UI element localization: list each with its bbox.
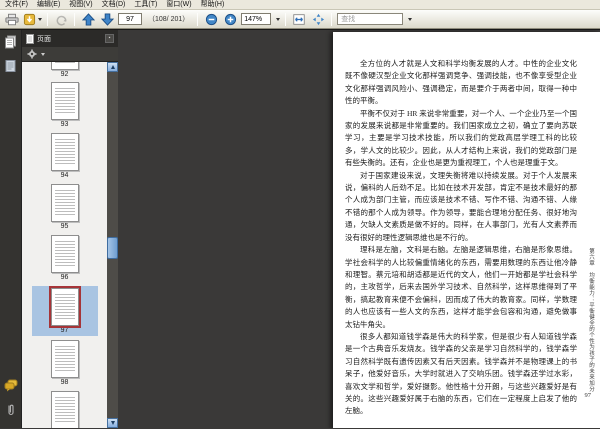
scrollbar-thumb[interactable] [107, 237, 118, 259]
thumbnail-page-number: 97 [60, 327, 69, 334]
next-page-button[interactable] [99, 11, 115, 27]
paragraph: 对于国家建设来说，文理失衡将难以持续发展。对于个人发展来说，偏科的人后劲不足。比… [345, 170, 577, 242]
thumbnail-image[interactable] [50, 82, 79, 120]
save-icon [23, 13, 36, 25]
toolbar-separator [285, 12, 287, 26]
page-thumbnail[interactable]: 98 [22, 340, 107, 387]
page-count-indicator: （108/ 201） [148, 16, 190, 23]
caret-down-icon [38, 17, 42, 21]
save-convert-button[interactable] [23, 11, 42, 27]
fit-page-button[interactable] [310, 11, 326, 27]
pages-icon [5, 35, 16, 49]
paragraph: 全方位的人才就是人文和科学均衡发展的人才。中性的企业文化既不像硬汉型企业文化那样… [345, 59, 577, 106]
thumbnail-image[interactable] [50, 391, 79, 428]
comments-icon [4, 379, 18, 392]
toolbar-separator [74, 12, 75, 26]
menu-document[interactable]: 文档(D) [102, 0, 126, 9]
thumbnail-image[interactable] [50, 340, 79, 378]
undo-icon [56, 15, 66, 26]
scroll-up-button[interactable] [107, 62, 118, 72]
fit-width-button[interactable] [291, 11, 307, 27]
thumbnail-page-number: 93 [60, 121, 69, 128]
page-thumbnail[interactable]: 94 [22, 133, 107, 180]
printer-icon [5, 13, 19, 25]
pages-panel-header: 页面 ▪ [22, 30, 118, 47]
panel-menu-button[interactable]: ▪ [105, 34, 114, 43]
sidebar-scrollbar[interactable] [107, 62, 118, 428]
arrow-down-icon [100, 12, 114, 26]
toolbar-separator [47, 12, 48, 26]
comments-panel-button[interactable] [4, 379, 18, 397]
thumbnail-page-number: 96 [60, 274, 69, 281]
bookmarks-panel-button[interactable] [0, 54, 21, 78]
navigation-panel-strip [0, 30, 22, 428]
menu-window[interactable]: 窗口(W) [166, 0, 191, 9]
search-options-caret-icon[interactable] [408, 17, 413, 21]
pdf-reader-window: 文件(F) 编辑(E) 视图(V) 文档(D) 工具(T) 窗口(W) 帮助(H… [0, 0, 600, 429]
paragraph: 平衡不仅对于 HR 来说非常重要，对一个人、一个企业乃至一个国家的发展来说都是非… [345, 108, 577, 168]
menu-view[interactable]: 视图(V) [69, 0, 92, 9]
menu-file[interactable]: 文件(F) [5, 0, 28, 9]
zoom-in-button[interactable] [222, 11, 238, 27]
pages-panel-options [22, 47, 118, 62]
zoom-out-icon [205, 13, 217, 25]
page-icon [26, 33, 34, 44]
previous-page-button[interactable] [80, 11, 96, 27]
toolbar-separator [331, 12, 333, 26]
page-thumbnail[interactable]: 93 [22, 82, 107, 129]
paperclip-icon [8, 404, 14, 416]
zoom-caret-icon[interactable] [276, 17, 281, 21]
undo-button[interactable] [53, 11, 69, 27]
attachments-panel-button[interactable] [6, 403, 16, 422]
toolbar-separator [197, 12, 199, 26]
panel-title: 页面 [37, 35, 51, 43]
gear-icon[interactable] [27, 49, 37, 59]
zoom-out-button[interactable] [203, 11, 219, 27]
fit-page-icon [312, 13, 324, 25]
thumbnail-page-number: 94 [60, 172, 69, 179]
thumbnail-image[interactable] [48, 286, 81, 328]
page-thumbnail[interactable]: 95 [22, 184, 107, 231]
page-thumbnail[interactable]: 92 [22, 62, 107, 79]
bookmarks-icon [5, 60, 16, 72]
thumbnail-image[interactable] [50, 133, 79, 171]
thumbnail-image[interactable] [50, 62, 79, 70]
menu-edit[interactable]: 编辑(E) [37, 0, 60, 9]
zoom-level-input[interactable] [241, 13, 272, 25]
print-button[interactable] [4, 11, 20, 27]
paragraph: 很多人都知道钱学森是伟大的科学家，但是很少有人知道钱学森是一个古典音乐发烧友。钱… [345, 331, 577, 416]
fit-width-icon [293, 13, 305, 25]
arrow-up-icon [81, 12, 95, 26]
page-thumbnail[interactable]: 96 [22, 235, 107, 282]
thumbnail-image[interactable] [50, 235, 79, 273]
thumbnail-page-number: 92 [60, 71, 69, 78]
pages-panel: 页面 ▪ 92 93 94 95 96 97 98 [22, 30, 118, 428]
page-thumbnail-selected[interactable]: 97 [31, 286, 98, 336]
thumbnail-page-number: 98 [60, 379, 69, 386]
scroll-down-button[interactable] [107, 418, 118, 428]
thumbnail-image[interactable] [50, 184, 79, 222]
zoom-in-icon [224, 13, 236, 25]
paragraph: 理科是左脑，文科是右脑。左脑是逻辑思维，右脑是形象思维。学社会科学的人比较偏重情… [345, 245, 577, 329]
menu-bar: 文件(F) 编辑(E) 视图(V) 文档(D) 工具(T) 窗口(W) 帮助(H… [0, 0, 600, 10]
document-area[interactable]: 全方位的人才就是人文和科学均衡发展的人才。中性的企业文化既不像硬汉型企业文化那样… [118, 30, 600, 428]
menu-tools[interactable]: 工具(T) [134, 0, 157, 9]
thumbnail-list[interactable]: 92 93 94 95 96 97 98 [22, 62, 118, 428]
menu-help[interactable]: 帮助(H) [201, 0, 225, 9]
page-thumbnail[interactable] [22, 391, 107, 428]
pages-panel-button[interactable] [0, 30, 21, 54]
options-caret-icon[interactable] [41, 52, 45, 56]
thumbnail-page-number: 95 [60, 223, 69, 230]
document-page[interactable]: 全方位的人才就是人文和科学均衡发展的人才。中性的企业文化既不像硬汉型企业文化那样… [333, 32, 600, 428]
main-area: 页面 ▪ 92 93 94 95 96 97 98 全方位的人才就是人文和科学均… [0, 29, 600, 428]
toolbar: （108/ 201） [0, 10, 600, 29]
search-input[interactable] [337, 13, 404, 25]
printed-page-number: 97 [584, 392, 592, 399]
page-number-input[interactable] [118, 13, 142, 25]
